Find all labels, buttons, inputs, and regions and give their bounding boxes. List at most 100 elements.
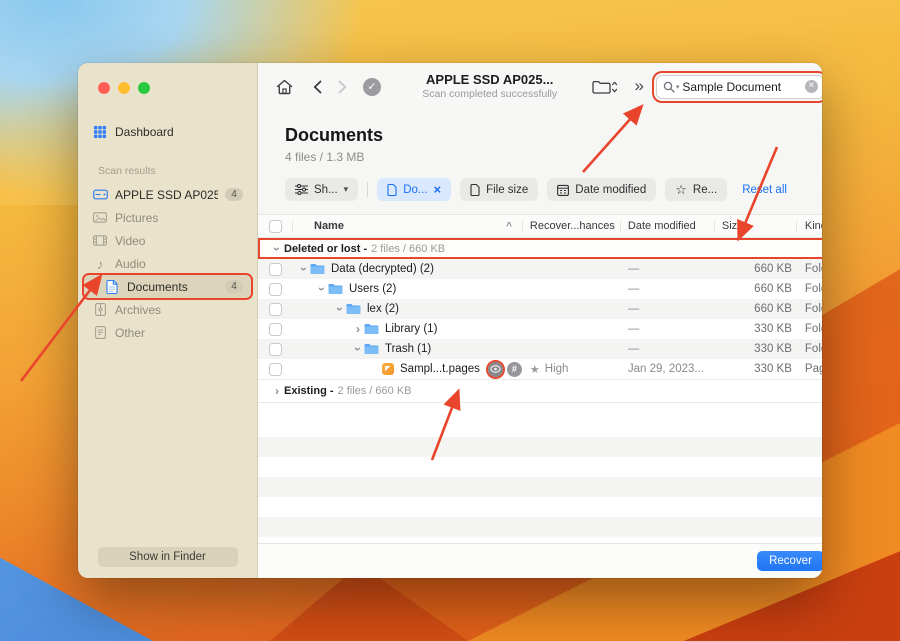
reset-all-link[interactable]: Reset all — [742, 184, 787, 196]
toolbar-title-block: APPLE SSD AP025... Scan completed succes… — [387, 72, 592, 101]
table-row[interactable]: lex (2) — 660 KB Folder — [258, 299, 822, 319]
app-window: Dashboard Scan results APPLE SSD AP025..… — [78, 63, 822, 578]
page-title: Documents — [285, 125, 384, 145]
calendar-icon — [557, 184, 570, 196]
row-chevron-icon[interactable] — [352, 323, 364, 335]
sidebar-item-documents[interactable]: › Documents 4 — [82, 273, 253, 300]
show-filters-chip[interactable]: Sh... ▾ — [285, 178, 359, 201]
sidebar: Dashboard Scan results APPLE SSD AP025..… — [78, 63, 258, 578]
group-chevron-icon[interactable] — [270, 243, 284, 255]
footer-bar: Recover — [258, 543, 822, 578]
scan-complete-check-icon: ✓ — [363, 77, 381, 96]
row-chevron-icon[interactable] — [316, 283, 328, 295]
sidebar-item-label: Pictures — [115, 210, 159, 225]
minimize-window-button[interactable] — [118, 82, 130, 94]
group-row-deleted-or-lost[interactable]: Deleted or lost - 2 files / 660 KB — [258, 238, 822, 259]
column-header-name[interactable]: Name ^ — [292, 215, 522, 237]
chances-value: High — [544, 363, 569, 375]
sidebar-section-label: Scan results — [98, 165, 156, 177]
show-in-finder-button[interactable]: Show in Finder — [97, 547, 238, 567]
documents-filter-chip[interactable]: Do... × — [377, 178, 452, 201]
chip-label: Date modified — [575, 183, 647, 196]
sidebar-item-audio[interactable]: ♪ Audio — [84, 252, 251, 275]
table-row[interactable]: Users (2) — 660 KB Folder — [258, 279, 822, 299]
archives-icon — [92, 302, 108, 318]
clear-search-icon[interactable]: × — [804, 80, 818, 93]
row-checkbox[interactable] — [268, 342, 282, 356]
table-row[interactable]: Trash (1) — 330 KB Folder — [258, 339, 822, 359]
file-name: lex (2) — [367, 303, 399, 315]
row-chevron-icon[interactable] — [334, 303, 346, 315]
documents-icon — [104, 279, 120, 295]
sidebar-item-label: Archives — [115, 302, 162, 317]
select-all-checkbox[interactable] — [268, 219, 282, 233]
row-checkbox[interactable] — [268, 302, 282, 316]
remove-filter-icon[interactable]: × — [433, 182, 441, 197]
date-modified-cell: — — [627, 283, 640, 295]
close-window-button[interactable] — [98, 82, 110, 94]
search-scope-chevron-icon[interactable]: ▾ — [676, 83, 680, 91]
toolbar-title: APPLE SSD AP025... — [426, 71, 554, 87]
size-cell: 660 KB — [754, 283, 792, 295]
annotation-circle — [487, 361, 503, 377]
file-name: Users (2) — [349, 283, 397, 295]
sidebar-item-dashboard[interactable]: Dashboard — [84, 120, 251, 143]
search-field[interactable]: ▾ × — [651, 70, 822, 103]
sidebar-item-pictures[interactable]: Pictures — [84, 206, 251, 229]
table-row-sample-file[interactable]: Sampl...t.pages # ★ High Jan 29, 2023...… — [258, 359, 822, 379]
kind-cell: Folder — [804, 323, 822, 335]
date-modified-cell: — — [627, 263, 640, 275]
size-cell: 330 KB — [754, 323, 792, 335]
group-chevron-icon[interactable] — [270, 385, 284, 397]
filter-bar: Sh... ▾ Do... × File size Date modified … — [258, 178, 822, 201]
row-checkbox[interactable] — [268, 322, 282, 336]
column-header-recovery-chances[interactable]: Recover...hances — [521, 215, 620, 237]
kind-cell: Pages D — [804, 363, 822, 375]
zoom-window-button[interactable] — [138, 82, 150, 94]
back-icon[interactable] — [313, 80, 322, 94]
sidebar-item-other[interactable]: Other — [84, 321, 251, 344]
column-header-kind[interactable]: Kind — [795, 215, 822, 237]
sort-ascending-icon: ^ — [506, 220, 512, 232]
sidebar-item-archives[interactable]: Archives — [84, 298, 251, 321]
folder-icon — [328, 283, 343, 295]
drive-icon — [92, 187, 108, 203]
preview-eye-icon[interactable] — [487, 361, 503, 377]
file-size-chip[interactable]: File size — [460, 178, 539, 201]
dashboard-grid-icon — [92, 124, 108, 140]
sidebar-item-video[interactable]: Video — [84, 229, 251, 252]
row-chevron-icon[interactable] — [352, 343, 364, 355]
sidebar-item-label: APPLE SSD AP025... — [115, 187, 218, 202]
date-modified-chip[interactable]: Date modified — [547, 178, 657, 201]
folder-sort-icon[interactable] — [592, 79, 618, 95]
toolbar-overflow-icon[interactable]: » — [634, 76, 643, 96]
table-row[interactable]: Data (decrypted) (2) — 660 KB Folder — [258, 259, 822, 279]
chances-star-icon: ★ — [529, 363, 540, 376]
row-checkbox[interactable] — [268, 262, 282, 276]
date-modified-cell: Jan 29, 2023... — [627, 363, 704, 375]
document-icon — [470, 183, 480, 196]
home-icon[interactable] — [276, 79, 293, 95]
date-modified-cell: — — [627, 323, 640, 335]
folder-icon — [346, 303, 361, 315]
disclosure-chevron-icon[interactable]: › — [88, 281, 97, 293]
table-row[interactable]: Library (1) — 330 KB Folder — [258, 319, 822, 339]
recovery-chances-chip[interactable]: ☆ Re... — [665, 178, 728, 201]
row-checkbox[interactable] — [268, 282, 282, 296]
file-name: Trash (1) — [385, 343, 432, 355]
sidebar-item-apple-ssd[interactable]: APPLE SSD AP025... 4 — [84, 183, 251, 206]
recover-button[interactable]: Recover — [757, 551, 822, 571]
row-checkbox[interactable] — [268, 362, 282, 376]
sidebar-item-label: Audio — [115, 256, 146, 271]
forward-icon[interactable] — [338, 80, 347, 94]
row-chevron-icon[interactable] — [298, 263, 310, 275]
date-modified-cell: — — [627, 343, 640, 355]
column-header-size[interactable]: Size — [713, 215, 796, 237]
toolbar: ✓ APPLE SSD AP025... Scan completed succ… — [258, 63, 822, 110]
search-input[interactable] — [682, 79, 802, 94]
hash-badge-icon[interactable]: # — [506, 361, 522, 377]
kind-cell: Folder — [804, 263, 822, 275]
chip-label: Re... — [692, 183, 718, 196]
group-row-existing[interactable]: Existing - 2 files / 660 KB — [258, 379, 822, 403]
column-header-date-modified[interactable]: Date modified — [619, 215, 714, 237]
